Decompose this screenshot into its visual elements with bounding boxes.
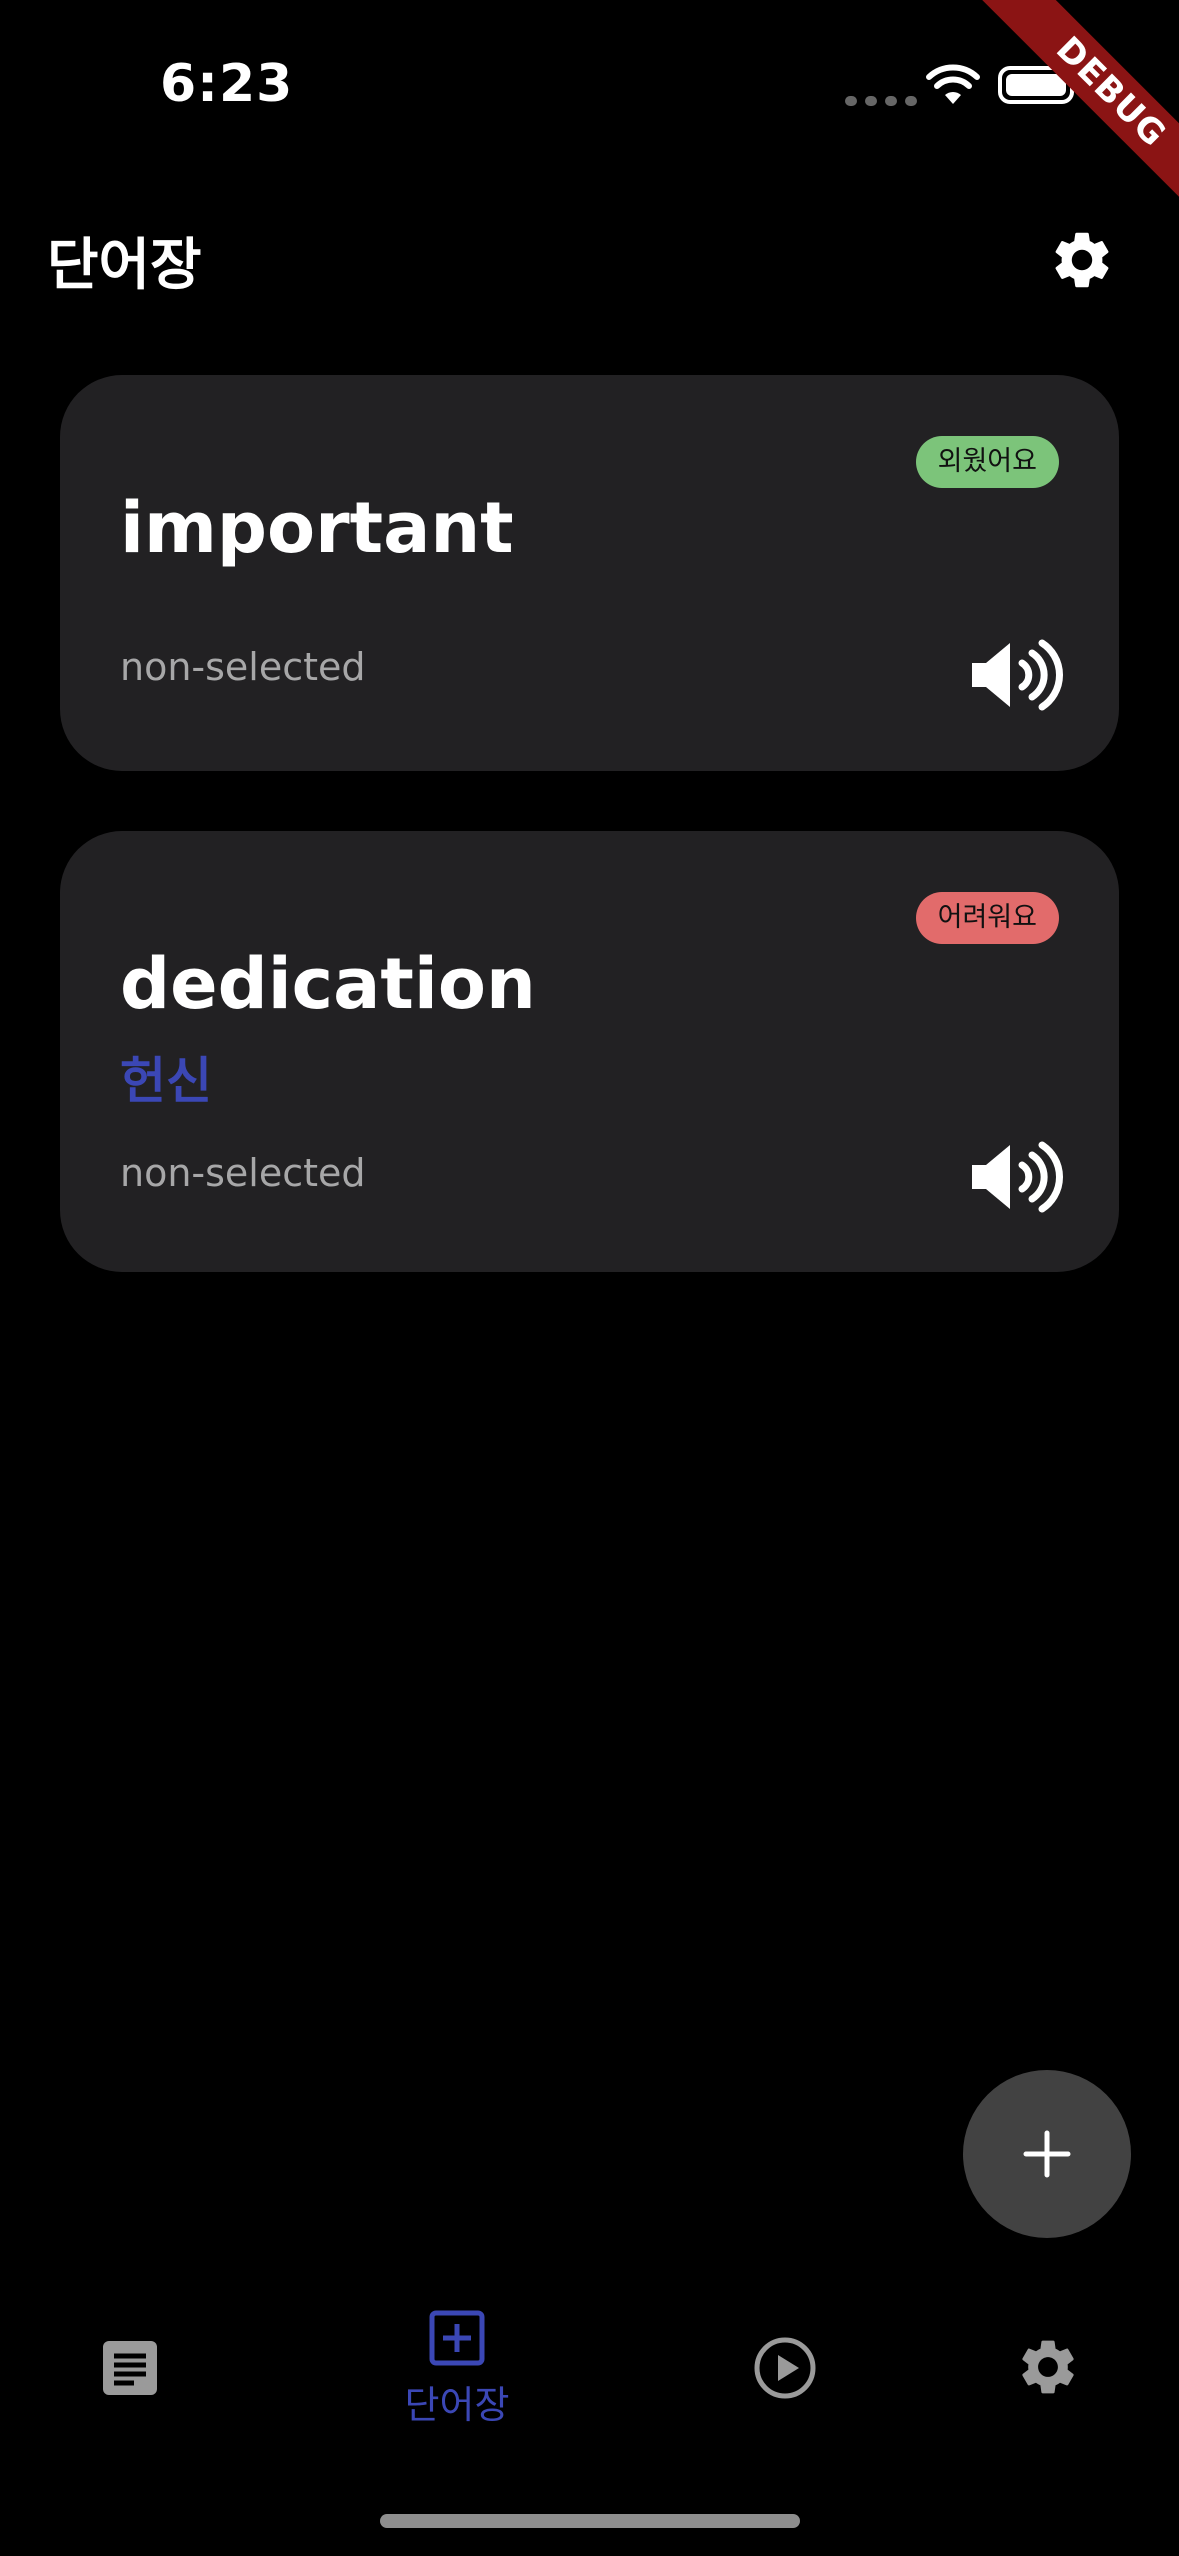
- selection-status: non-selected: [120, 1151, 366, 1195]
- word-text: dedication: [120, 943, 536, 1025]
- settings-icon: [1022, 2340, 1074, 2394]
- add-word-button[interactable]: [963, 2070, 1131, 2238]
- word-card[interactable]: 외웠어요 important non-selected: [60, 375, 1119, 771]
- word-card[interactable]: 어려워요 dedication 헌신 non-selected: [60, 831, 1119, 1272]
- nav-item-list[interactable]: [50, 2310, 210, 2402]
- add-box-icon: [429, 2310, 485, 2366]
- status-time: 6:23: [160, 54, 294, 114]
- cellular-signal-icon: [845, 96, 917, 106]
- play-circle-icon: [754, 2337, 816, 2399]
- debug-banner: DEBUG: [979, 0, 1179, 200]
- page-title: 단어장: [47, 233, 202, 298]
- wifi-icon: [926, 64, 980, 104]
- nav-item-wordbook[interactable]: 단어장: [377, 2310, 537, 2429]
- speaker-icon[interactable]: [968, 637, 1064, 713]
- difficult-badge[interactable]: 어려워요: [915, 892, 1059, 944]
- nav-item-settings[interactable]: [968, 2310, 1128, 2404]
- word-meaning: 헌신: [120, 1052, 212, 1110]
- settings-icon[interactable]: [1048, 226, 1116, 294]
- word-text: important: [120, 487, 514, 569]
- nav-label-wordbook: 단어장: [404, 2383, 510, 2427]
- article-icon: [103, 2341, 157, 2395]
- plus-icon: [1023, 2130, 1071, 2178]
- memorized-badge[interactable]: 외웠어요: [915, 436, 1059, 488]
- selection-status: non-selected: [120, 645, 366, 689]
- nav-item-play[interactable]: [705, 2310, 865, 2404]
- home-indicator[interactable]: [380, 2514, 800, 2528]
- speaker-icon[interactable]: [968, 1139, 1064, 1215]
- debug-banner-label: DEBUG: [979, 0, 1179, 200]
